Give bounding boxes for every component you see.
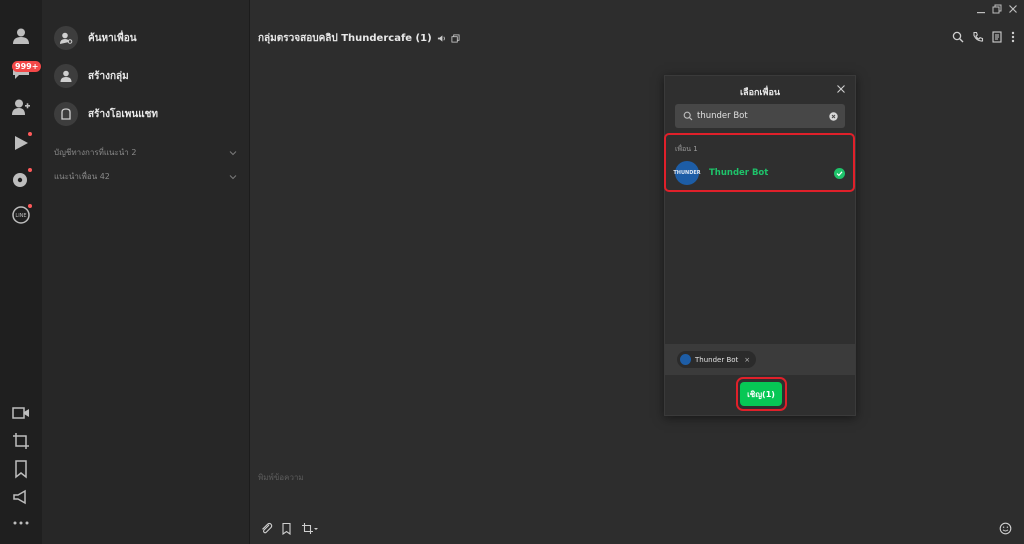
section-label: บัญชีทางการที่แนะนำ 2	[54, 148, 137, 157]
result-count: เพื่อน 1	[675, 145, 698, 153]
speaker-icon[interactable]	[437, 34, 446, 43]
add-friend-icon[interactable]	[10, 96, 32, 118]
chat-header: กลุ่มตรวจสอบคลิป Thundercafe (1)	[250, 0, 1024, 72]
sidebar-item-label: สร้างกลุ่ม	[88, 70, 129, 82]
friend-list-item[interactable]: THUNDER Thunder Bot	[673, 161, 845, 185]
create-group-icon	[54, 64, 78, 88]
minimize-icon[interactable]	[976, 4, 986, 14]
section-suggested-friends[interactable]: แนะนำเพื่อน 42	[54, 170, 237, 183]
sidebar-item-create-group[interactable]: สร้างกลุ่ม	[54, 64, 129, 88]
sidebar-item-find-friends[interactable]: ค้นหาเพื่อน	[54, 26, 137, 50]
remove-chip-icon[interactable]: ×	[744, 356, 750, 364]
avatar	[680, 354, 691, 365]
checkmark-icon[interactable]	[834, 167, 845, 179]
friend-search-input[interactable]: thunder Bot	[675, 104, 845, 128]
find-friend-icon	[54, 26, 78, 50]
voom-notification-dot	[28, 132, 32, 136]
bookmark-icon[interactable]	[10, 458, 32, 480]
copy-icon[interactable]	[451, 34, 460, 43]
sidebar-item-label: สร้างโอเพนแชท	[88, 108, 159, 120]
chip-label: Thunder Bot	[695, 355, 739, 364]
emoji-icon[interactable]	[999, 522, 1012, 535]
more-options-icon[interactable]	[1007, 31, 1019, 43]
keep-icon[interactable]	[280, 522, 293, 535]
close-icon[interactable]	[836, 84, 846, 94]
message-input[interactable]: พิมพ์ข้อความ	[258, 471, 304, 484]
line-notification-dot	[28, 204, 32, 208]
video-call-icon[interactable]	[10, 402, 32, 424]
notes-icon[interactable]	[991, 31, 1003, 43]
sidebar-item-create-openchat[interactable]: สร้างโอเพนแชท	[54, 102, 158, 126]
avatar-text: THUNDER	[673, 169, 701, 176]
chevron-down-icon	[229, 150, 237, 155]
sidebar: ค้นหาเพื่อน สร้างกลุ่ม สร้างโอเพนแชท บัญ…	[42, 0, 250, 544]
dialog-title: เลือกเพื่อน	[739, 88, 780, 98]
section-official-accounts[interactable]: บัญชีทางการที่แนะนำ 2	[54, 146, 237, 159]
line-icon-label: LINE	[15, 213, 26, 219]
left-rail: 999+ LINE	[0, 0, 42, 544]
selected-friends-bar: Thunder Bot ×	[665, 344, 855, 375]
avatar: THUNDER	[673, 161, 701, 185]
crop-icon[interactable]	[10, 430, 32, 452]
search-icon[interactable]	[952, 31, 964, 43]
phone-icon[interactable]	[972, 31, 984, 43]
chat-title-row: กลุ่มตรวจสอบคลิป Thundercafe (1)	[258, 31, 460, 46]
invite-button[interactable]: เชิญ(1)	[740, 382, 782, 406]
chevron-down-icon	[229, 174, 237, 179]
chat-title: กลุ่มตรวจสอบคลิป Thundercafe (1)	[258, 33, 432, 44]
openchat-create-icon	[54, 102, 78, 126]
caret-down-icon[interactable]	[313, 522, 319, 535]
select-friends-dialog: เลือกเพื่อน thunder Bot เพื่อน 1 THUNDER…	[664, 75, 856, 416]
clear-search-icon[interactable]	[829, 111, 838, 121]
friend-name: Thunder Bot	[709, 168, 769, 178]
unread-badge: 999+	[12, 61, 42, 72]
sidebar-item-label: ค้นหาเพื่อน	[88, 32, 137, 44]
section-label: แนะนำเพื่อน 42	[54, 172, 110, 181]
search-value: thunder Bot	[697, 111, 748, 121]
selected-chip[interactable]: Thunder Bot ×	[677, 351, 757, 368]
restore-icon[interactable]	[992, 4, 1002, 14]
friends-icon[interactable]	[10, 25, 32, 47]
search-icon	[683, 111, 693, 121]
attach-icon[interactable]	[260, 522, 273, 535]
more-icon[interactable]	[10, 512, 32, 534]
openchat-notification-dot	[28, 168, 32, 172]
close-window-icon[interactable]	[1008, 4, 1018, 14]
announce-icon[interactable]	[10, 486, 32, 508]
